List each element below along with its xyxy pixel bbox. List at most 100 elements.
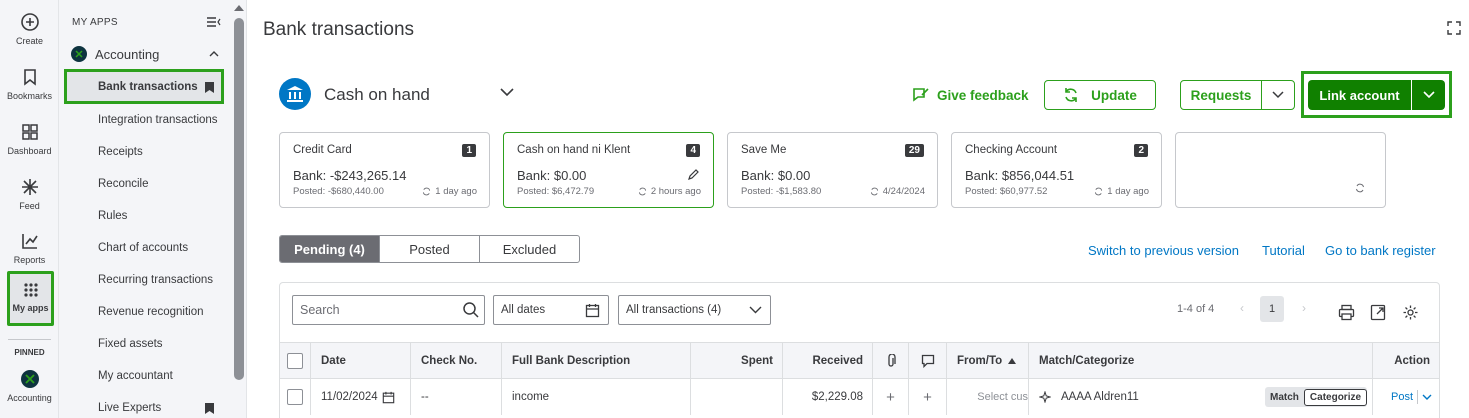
sidebar-item-rules[interactable]: Rules	[98, 210, 127, 222]
sidebar-item-my-accountant[interactable]: My accountant	[98, 370, 173, 382]
card-sync-status: 2 hours ago	[638, 186, 701, 197]
sidebar-item-revenue-recognition[interactable]: Revenue recognition	[98, 306, 204, 318]
give-feedback-link[interactable]: Give feedback	[912, 86, 1029, 104]
rail-bookmarks[interactable]: Bookmarks	[0, 67, 59, 101]
match-toggle-option[interactable]: Match	[1265, 392, 1304, 403]
account-card-cash-on-hand[interactable]: Cash on hand ni Klent 4 Bank: $0.00 Post…	[503, 132, 714, 208]
rail-feed[interactable]: Feed	[0, 177, 59, 211]
sidebar-item-fixed-assets[interactable]: Fixed assets	[98, 338, 163, 350]
categorize-toggle-option[interactable]: Categorize	[1303, 388, 1368, 406]
from-to-select[interactable]: Select cus	[946, 379, 1028, 415]
transaction-filter-select[interactable]: All transactions (4)	[618, 295, 771, 325]
rail-create[interactable]: Create	[0, 12, 59, 46]
row-date-cell[interactable]: 11/02/2024	[310, 379, 410, 415]
search-input[interactable]: Search	[292, 295, 485, 325]
apps-grid-icon	[23, 283, 38, 297]
rail-dashboard[interactable]: Dashboard	[0, 122, 59, 156]
header-attachment	[872, 343, 908, 378]
bookmark-filled-icon[interactable]	[205, 403, 214, 414]
add-attachment-button[interactable]: +	[872, 379, 908, 415]
sidebar-item-bank-transactions[interactable]: Bank transactions	[64, 69, 224, 104]
table-row[interactable]: 11/02/2024 -- income $2,229.08 + + Selec…	[280, 379, 1439, 415]
header-received[interactable]: Received	[782, 343, 872, 378]
header-date[interactable]: Date	[310, 343, 410, 378]
sidebar-item-recurring-transactions[interactable]: Recurring transactions	[98, 274, 213, 286]
date-filter-select[interactable]: All dates	[493, 295, 609, 325]
chevron-down-icon	[1422, 91, 1435, 99]
gear-icon[interactable]	[1402, 304, 1419, 321]
collapse-sidebar-icon[interactable]	[207, 16, 221, 28]
match-categorize-toggle: Match Categorize	[1265, 387, 1368, 407]
sidebar-item-chart-of-accounts[interactable]: Chart of accounts	[98, 242, 188, 254]
current-page[interactable]: 1	[1260, 296, 1284, 322]
tab-excluded[interactable]: Excluded	[479, 236, 579, 262]
tab-pending[interactable]: Pending (4)	[280, 236, 379, 262]
sidebar-item-live-experts[interactable]: Live Experts	[98, 402, 161, 414]
update-button[interactable]: Update	[1044, 80, 1156, 110]
sync-icon[interactable]	[1355, 183, 1365, 193]
link-account-dropdown-button[interactable]	[1411, 80, 1445, 110]
chevron-down-icon[interactable]	[1422, 394, 1432, 401]
account-card-checking-account[interactable]: Checking Account 2 Bank: $856,044.51 Pos…	[951, 132, 1162, 208]
link-account-button[interactable]: Link account	[1308, 80, 1411, 110]
rail-pinned-accounting[interactable]: Accounting	[0, 369, 59, 403]
account-card-credit-card[interactable]: Credit Card 1 Bank: -$243,265.14 Posted:…	[279, 132, 490, 208]
rail-my-apps[interactable]: My apps	[7, 271, 54, 326]
post-button[interactable]: Post	[1391, 391, 1413, 403]
sidebar-app-accounting[interactable]: Accounting	[71, 46, 219, 62]
scroll-up-arrow-icon[interactable]	[234, 5, 244, 11]
requests-dropdown-button[interactable]	[1261, 80, 1295, 110]
add-comment-button[interactable]: +	[908, 379, 946, 415]
scrollbar-thumb[interactable]	[234, 18, 244, 380]
sidebar-item-integration-transactions[interactable]: Integration transactions	[98, 114, 218, 126]
next-page-icon[interactable]: ›	[1302, 301, 1306, 315]
card-posted-balance: Posted: -$1,583.80	[741, 186, 822, 197]
tutorial-link[interactable]: Tutorial	[1262, 243, 1305, 258]
fullscreen-icon[interactable]	[1447, 21, 1461, 35]
previous-page-icon[interactable]: ‹	[1240, 301, 1244, 315]
header-action: Action	[1372, 343, 1439, 378]
transaction-tabs: Pending (4) Posted Excluded	[279, 235, 580, 263]
header-spent[interactable]: Spent	[690, 343, 782, 378]
feed-icon	[21, 179, 38, 195]
rail-divider	[8, 339, 51, 340]
sidebar-scrollbar[interactable]	[231, 0, 247, 418]
row-description: income	[501, 379, 690, 415]
dashboard-icon	[21, 124, 38, 140]
row-checkbox[interactable]	[287, 389, 303, 405]
page-title: Bank transactions	[263, 19, 415, 40]
bank-register-link[interactable]: Go to bank register	[1325, 243, 1436, 258]
requests-label: Requests	[1190, 87, 1252, 103]
header-from-to[interactable]: From/To	[946, 343, 1028, 378]
account-selector-label[interactable]: Cash on hand	[324, 85, 430, 105]
header-description[interactable]: Full Bank Description	[501, 343, 690, 378]
account-card-save-me[interactable]: Save Me 29 Bank: $0.00 Posted: -$1,583.8…	[727, 132, 938, 208]
row-match-suggestion: AAAA Aldren11	[1061, 391, 1139, 403]
account-card-empty[interactable]	[1175, 132, 1386, 208]
header-match-categorize[interactable]: Match/Categorize	[1028, 343, 1372, 378]
bookmark-filled-icon[interactable]	[205, 82, 214, 93]
sidebar-item-receipts[interactable]: Receipts	[98, 146, 143, 158]
card-posted-balance: Posted: -$680,440.00	[293, 186, 384, 197]
row-check-no: --	[410, 379, 501, 415]
accounting-logo-icon	[71, 46, 87, 62]
sync-icon	[870, 187, 878, 196]
select-all-checkbox[interactable]	[287, 352, 303, 369]
rail-reports[interactable]: Reports	[0, 231, 59, 265]
tab-posted[interactable]: Posted	[379, 236, 479, 262]
chevron-down-icon[interactable]	[500, 88, 514, 97]
pencil-icon[interactable]	[687, 168, 700, 181]
rail-my-apps-label: My apps	[12, 303, 49, 313]
header-check-no[interactable]: Check No.	[410, 343, 501, 378]
chevron-up-icon	[209, 51, 219, 57]
rail-bookmarks-label: Bookmarks	[6, 91, 52, 101]
rail-pinned-accounting-label: Accounting	[7, 393, 52, 403]
export-icon[interactable]	[1370, 304, 1387, 321]
print-icon[interactable]	[1338, 304, 1355, 321]
switch-version-link[interactable]: Switch to previous version	[1088, 243, 1239, 258]
requests-button[interactable]: Requests	[1180, 80, 1262, 110]
sidebar-item-reconcile[interactable]: Reconcile	[98, 178, 149, 190]
card-bank-balance: Bank: $0.00	[517, 168, 587, 183]
header-comment	[908, 343, 946, 378]
card-posted-balance: Posted: $6,472.79	[517, 186, 595, 197]
